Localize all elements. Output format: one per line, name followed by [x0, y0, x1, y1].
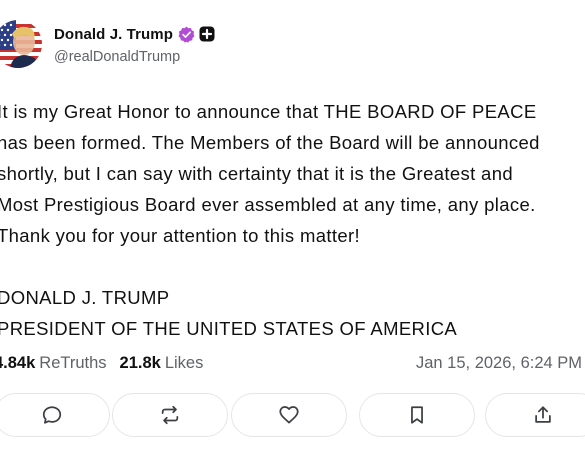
post-blank-line	[0, 251, 585, 282]
author-name-row: Donald J. Trump	[54, 24, 215, 44]
action-bar	[0, 393, 585, 441]
retruth-icon	[161, 405, 179, 425]
post-line: has been formed. The Members of the Boar…	[0, 132, 540, 153]
post-timestamp[interactable]: Jan 15, 2026, 6:24 PM	[416, 352, 582, 374]
post-stats: 4.84k ReTruths 21.8k Likes	[0, 352, 216, 374]
avatar[interactable]	[0, 20, 42, 68]
post-line: shortly, but I can say with certainty th…	[0, 163, 513, 184]
reply-icon	[42, 406, 62, 424]
retruth-button[interactable]	[112, 393, 228, 437]
author-handle[interactable]: @realDonaldTrump	[54, 49, 180, 65]
author-display-name[interactable]: Donald J. Trump	[54, 26, 173, 43]
bookmark-icon	[411, 406, 423, 424]
post-line: Most Prestigious Board ever assembled at…	[0, 194, 536, 215]
post-line: Thank you for your attention to this mat…	[0, 225, 360, 246]
retruths-label[interactable]: ReTruths	[39, 354, 106, 373]
retruths-count[interactable]: 4.84k	[0, 354, 35, 373]
post-line: It is my Great Honor to announce that TH…	[0, 101, 537, 122]
truth-post: Donald J. Trump @realDonaldTrump It is m…	[0, 0, 585, 453]
likes-count[interactable]: 21.8k	[120, 354, 161, 373]
share-button[interactable]	[485, 393, 585, 437]
signature-title: PRESIDENT OF THE UNITED STATES OF AMERIC…	[0, 318, 458, 339]
reply-button[interactable]	[0, 393, 110, 437]
verified-badge-icon	[178, 26, 195, 43]
likes-label[interactable]: Likes	[165, 354, 204, 373]
plus-badge-icon	[199, 26, 215, 42]
bookmark-button[interactable]	[359, 393, 475, 437]
like-button[interactable]	[231, 393, 347, 437]
flag-portrait-avatar-icon	[0, 20, 42, 68]
share-icon	[535, 406, 551, 423]
post-body: It is my Great Honor to announce that TH…	[0, 96, 585, 344]
signature-name: DONALD J. TRUMP	[0, 287, 170, 308]
like-heart-icon	[279, 406, 299, 424]
